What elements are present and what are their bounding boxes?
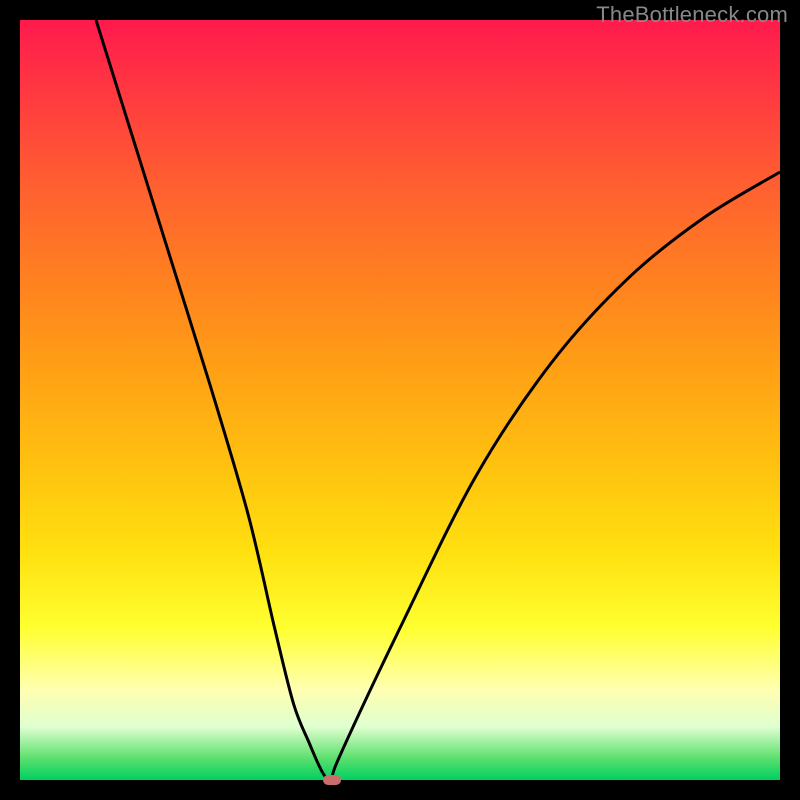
min-marker [323,775,341,785]
bottleneck-curve [20,20,780,780]
watermark-text: TheBottleneck.com [596,2,788,28]
curve-line [96,20,780,781]
